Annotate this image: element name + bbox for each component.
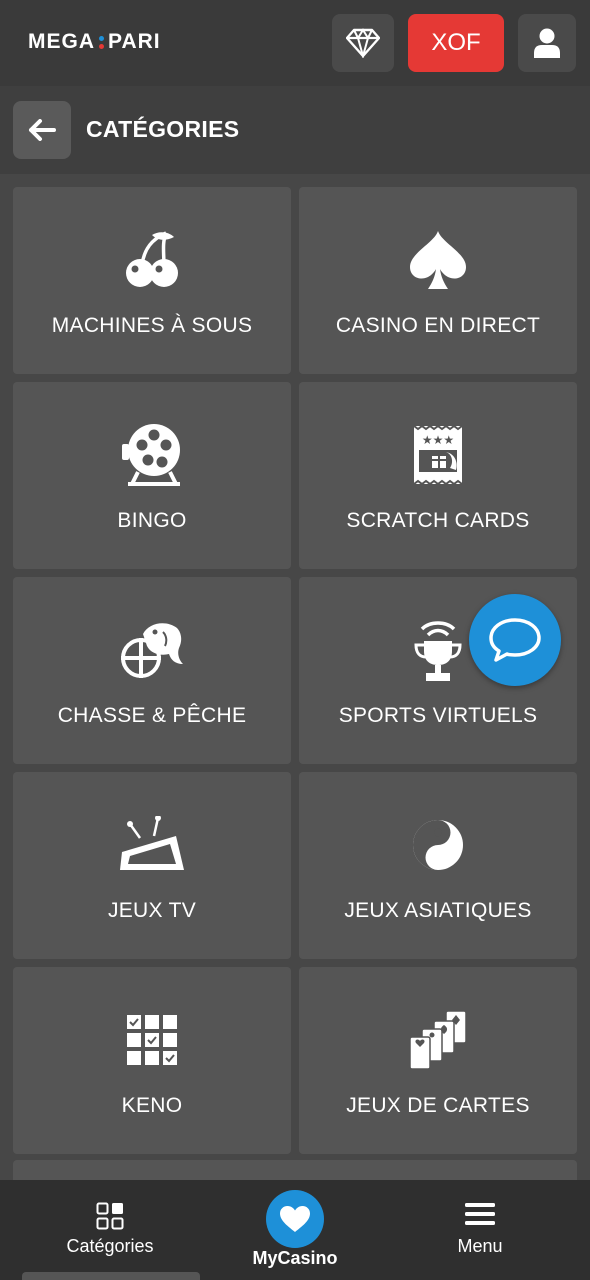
heart-icon [280, 1206, 310, 1232]
mycasino-heart-button[interactable] [266, 1190, 324, 1248]
category-label: BINGO [117, 509, 187, 532]
bottom-navigation: Catégories MyCasino Menu [0, 1180, 590, 1280]
category-tile-tv-games[interactable]: JEUX TV [13, 772, 291, 959]
grid-icon [96, 1202, 124, 1230]
trophy-signal-icon [403, 615, 473, 685]
category-tile-bingo[interactable]: BINGO [13, 382, 291, 569]
category-label: MACHINES À SOUS [51, 314, 253, 337]
category-label: JEUX DE CARTES [346, 1094, 530, 1117]
user-icon [534, 28, 560, 58]
arrow-left-icon [29, 119, 56, 141]
nav-categories[interactable]: Catégories [20, 1180, 200, 1280]
section-title-bar: CATÉGORIES [0, 86, 590, 174]
category-label: CHASSE & PÊCHE [57, 704, 247, 727]
category-tile-asian-games[interactable]: JEUX ASIATIQUES [299, 772, 577, 959]
cherries-icon [117, 225, 187, 295]
category-tile-hunting-fishing[interactable]: CHASSE & PÊCHE [13, 577, 291, 764]
scratch-card-icon: ★★★ [403, 420, 473, 490]
page-title: CATÉGORIES [86, 116, 240, 142]
category-label: SCRATCH CARDS [346, 509, 530, 532]
nav-mycasino-label: MyCasino [252, 1248, 338, 1268]
spade-icon [403, 225, 473, 295]
category-tile-slots[interactable]: MACHINES À SOUS [13, 187, 291, 374]
currency-button[interactable]: XOF [408, 14, 504, 72]
brand-logo[interactable]: MEGA PARI [28, 30, 161, 54]
category-label: SPORTS VIRTUELS [338, 704, 538, 727]
yin-yang-icon [403, 810, 473, 880]
logo-text-right: PARI [108, 30, 161, 53]
chat-support-button[interactable] [469, 594, 561, 686]
category-tile-live-casino[interactable]: CASINO EN DIRECT [299, 187, 577, 374]
back-button[interactable] [13, 101, 71, 159]
top-header: MEGA PARI XOF [0, 0, 590, 86]
account-button[interactable] [518, 14, 576, 72]
home-indicator [22, 1272, 200, 1280]
category-label: JEUX TV [107, 899, 197, 922]
lottery-drum-icon [117, 420, 187, 490]
nav-categories-label: Catégories [66, 1236, 154, 1256]
target-fish-icon [117, 615, 187, 685]
diamond-icon [346, 28, 380, 58]
category-label: KENO [121, 1094, 183, 1117]
nav-mycasino[interactable]: MyCasino [205, 1180, 385, 1280]
keno-grid-icon [117, 1005, 187, 1075]
svg-text:★★★: ★★★ [422, 433, 454, 447]
category-label: CASINO EN DIRECT [335, 314, 541, 337]
category-label: JEUX ASIATIQUES [344, 899, 532, 922]
nav-menu[interactable]: Menu [390, 1180, 570, 1280]
playing-cards-icon [403, 1005, 473, 1075]
chat-bubble-icon [489, 618, 541, 662]
nav-menu-label: Menu [457, 1236, 503, 1256]
logo-dots [99, 35, 104, 49]
logo-text-left: MEGA [28, 30, 95, 53]
currency-label: XOF [431, 29, 481, 56]
category-tile-keno[interactable]: KENO [13, 967, 291, 1154]
tv-icon [117, 810, 187, 880]
vip-diamond-button[interactable] [332, 14, 394, 72]
hamburger-menu-icon [465, 1203, 495, 1225]
category-tile-scratch-cards[interactable]: ★★★ SCRATCH CARDS [299, 382, 577, 569]
category-tile-card-games[interactable]: JEUX DE CARTES [299, 967, 577, 1154]
